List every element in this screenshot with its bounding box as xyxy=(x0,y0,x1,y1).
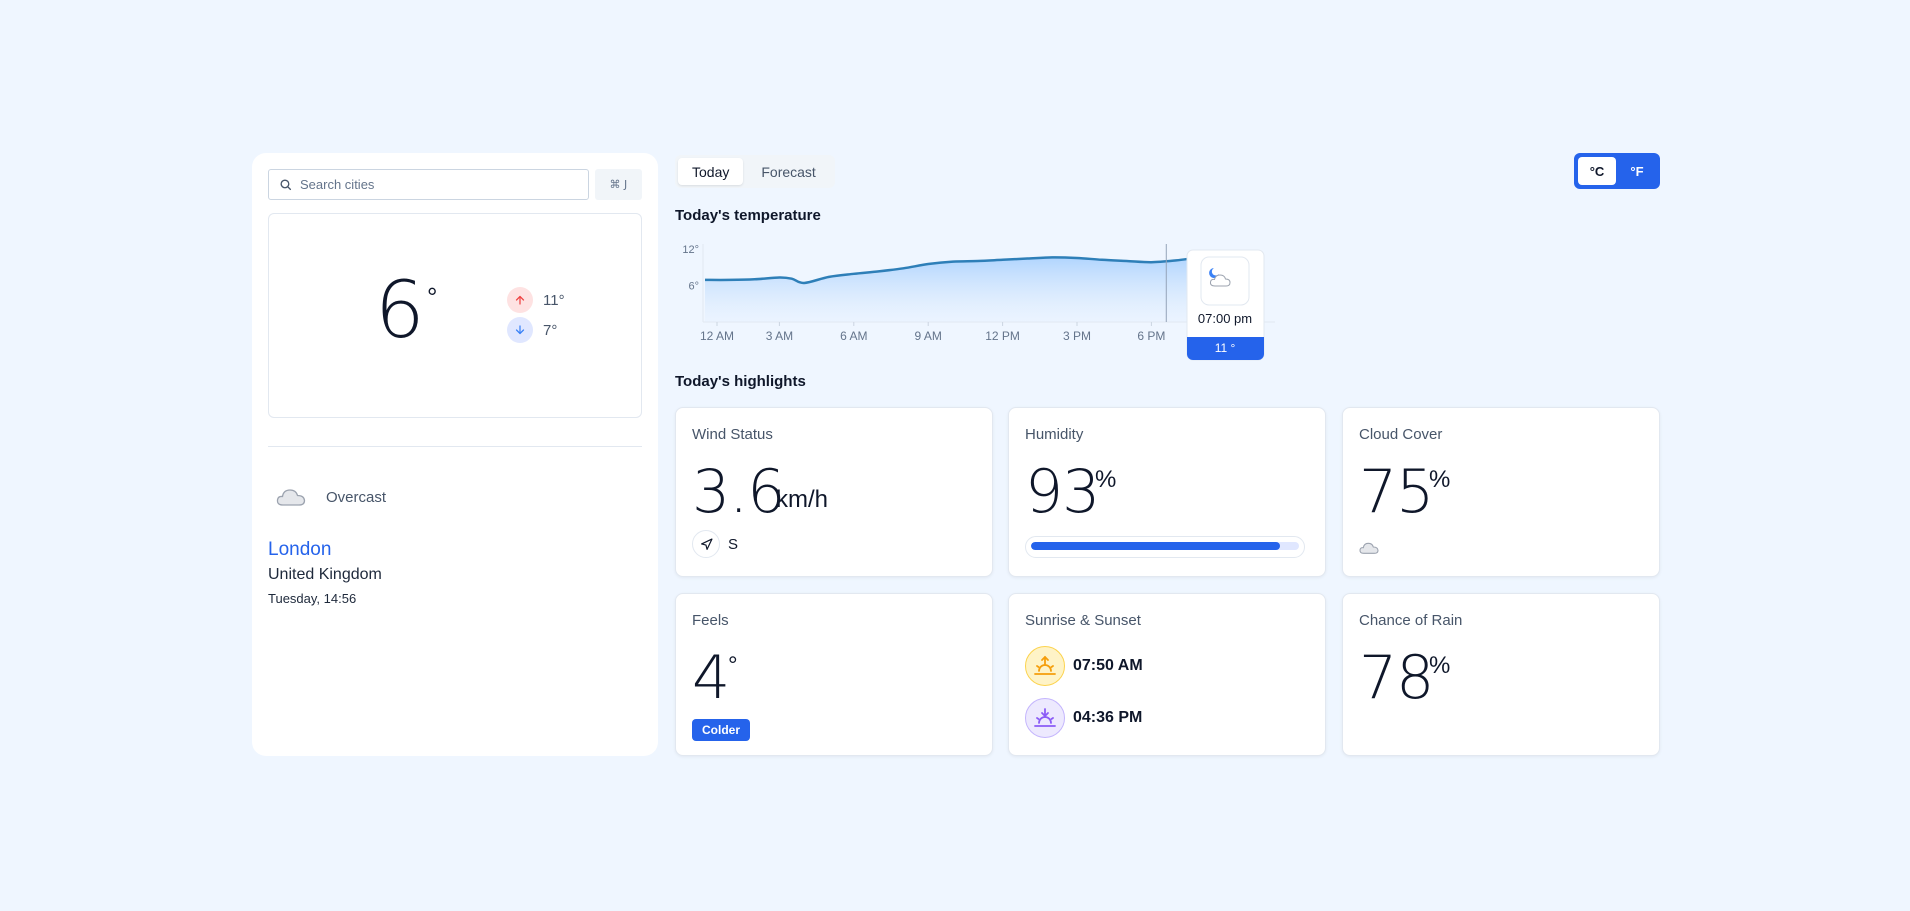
cloud-cover-unit: % xyxy=(1429,466,1451,493)
x-tick-label: 3 AM xyxy=(766,329,793,343)
search-row: ⌘ J xyxy=(268,169,642,200)
sunset-time: 04:36 PM xyxy=(1073,709,1143,726)
x-tick-label: 9 AM xyxy=(915,329,942,343)
x-tick-label: 12 PM xyxy=(985,329,1020,343)
chart-tooltip: 07:00 pm 11 ° xyxy=(1186,249,1265,361)
tooltip-value: 11 ° xyxy=(1215,341,1236,355)
feels-like-badge: Colder xyxy=(692,719,751,741)
cloud-cover-card: Cloud Cover 75 % xyxy=(1342,407,1660,577)
feels-like-value: 4 xyxy=(692,643,730,713)
country-name: United Kingdom xyxy=(268,566,382,583)
wind-status-title: Wind Status xyxy=(692,426,773,443)
unit-toggle: °C °F xyxy=(1574,153,1660,189)
cloud-icon xyxy=(276,489,306,506)
sunrise-sunset-card: Sunrise & Sunset 07:50 AM 04:36 PM xyxy=(1008,593,1326,756)
chance-of-rain-value: 78 xyxy=(1359,643,1434,713)
y-tick-label: 12° xyxy=(682,244,699,256)
tab-today[interactable]: Today xyxy=(678,158,744,185)
x-tick-label: 12 AM xyxy=(700,329,734,343)
x-tick-label: 3 PM xyxy=(1063,329,1091,343)
navigation-icon xyxy=(692,530,720,558)
view-tabs: Today Forecast xyxy=(675,155,835,188)
humidity-progress-fill xyxy=(1031,542,1281,550)
search-shortcut-hint: ⌘ J xyxy=(594,169,642,200)
arrow-down-icon xyxy=(507,317,533,343)
high-temp-row: 11° xyxy=(507,287,565,313)
sunset-row: 04:36 PM xyxy=(1025,698,1142,738)
degree-symbol: ° xyxy=(427,282,438,312)
temperature-card: 6 ° 11° 7° xyxy=(268,213,642,418)
x-tick-label: 6 AM xyxy=(840,329,867,343)
x-axis-ticks: 12 AM 3 AM 6 AM 9 AM 12 PM 3 PM 6 PM xyxy=(700,322,1165,343)
sunrise-sunset-title: Sunrise & Sunset xyxy=(1025,612,1141,629)
search-icon xyxy=(280,179,292,191)
wind-direction-label: S xyxy=(728,535,739,553)
humidity-title: Humidity xyxy=(1025,426,1084,443)
unit-fahrenheit-button[interactable]: °F xyxy=(1618,157,1656,185)
wind-direction: S xyxy=(692,530,738,558)
unit-celsius-button[interactable]: °C xyxy=(1578,157,1616,185)
humidity-progress-bar xyxy=(1025,536,1305,558)
low-temperature: 7° xyxy=(543,321,558,339)
tooltip-time: 07:00 pm xyxy=(1198,311,1252,326)
humidity-progress-track xyxy=(1031,542,1299,550)
feels-like-card: Feels 4 ° Colder xyxy=(675,593,993,756)
humidity-value: 93 xyxy=(1025,457,1100,527)
condition-row: Overcast xyxy=(276,487,386,507)
humidity-unit: % xyxy=(1095,466,1117,493)
current-temperature: 6 xyxy=(375,266,425,356)
wind-speed-value: 3.6 xyxy=(692,457,785,527)
tab-forecast[interactable]: Forecast xyxy=(747,158,829,185)
chance-of-rain-card: Chance of Rain 78 % xyxy=(1342,593,1660,756)
cloud-cover-value: 75 xyxy=(1359,457,1434,527)
divider xyxy=(268,446,642,447)
sunrise-row: 07:50 AM xyxy=(1025,646,1143,686)
cloud-icon xyxy=(1359,542,1379,554)
cloud-cover-title: Cloud Cover xyxy=(1359,426,1443,443)
x-tick-label: 6 PM xyxy=(1137,329,1165,343)
low-temp-row: 7° xyxy=(507,317,557,343)
sunset-icon xyxy=(1025,698,1065,738)
highlights-title: Today's highlights xyxy=(675,373,806,390)
temperature-chart: 12° 6° 12 AM 3 AM 6 AM 9 AM 12 PM 3 PM 6 PM 07:… xyxy=(682,244,1275,361)
wind-status-card: Wind Status 3.6 km/h S xyxy=(675,407,993,577)
current-weather-panel: ⌘ J 6 ° 11° 7° Overcast London United Ki… xyxy=(252,153,658,756)
temperature-area xyxy=(705,256,1226,322)
feels-like-unit: ° xyxy=(728,652,738,679)
sunrise-time: 07:50 AM xyxy=(1073,657,1143,674)
arrow-up-icon xyxy=(507,287,533,313)
search-input[interactable] xyxy=(300,177,580,192)
y-axis-ticks: 12° 6° xyxy=(682,244,699,293)
city-name[interactable]: London xyxy=(268,539,331,561)
temperature-chart-title: Today's temperature xyxy=(675,207,821,224)
chance-of-rain-unit: % xyxy=(1429,652,1451,679)
high-temperature: 11° xyxy=(543,291,565,309)
search-box[interactable] xyxy=(268,169,589,200)
feels-like-title: Feels xyxy=(692,612,729,629)
chance-of-rain-title: Chance of Rain xyxy=(1359,612,1463,629)
condition-label: Overcast xyxy=(326,488,387,506)
local-datetime: Tuesday, 14:56 xyxy=(268,591,357,606)
wind-speed-unit: km/h xyxy=(776,486,829,513)
humidity-card: Humidity 93 % xyxy=(1008,407,1326,577)
y-tick-label: 6° xyxy=(688,280,699,292)
sunrise-icon xyxy=(1025,646,1065,686)
